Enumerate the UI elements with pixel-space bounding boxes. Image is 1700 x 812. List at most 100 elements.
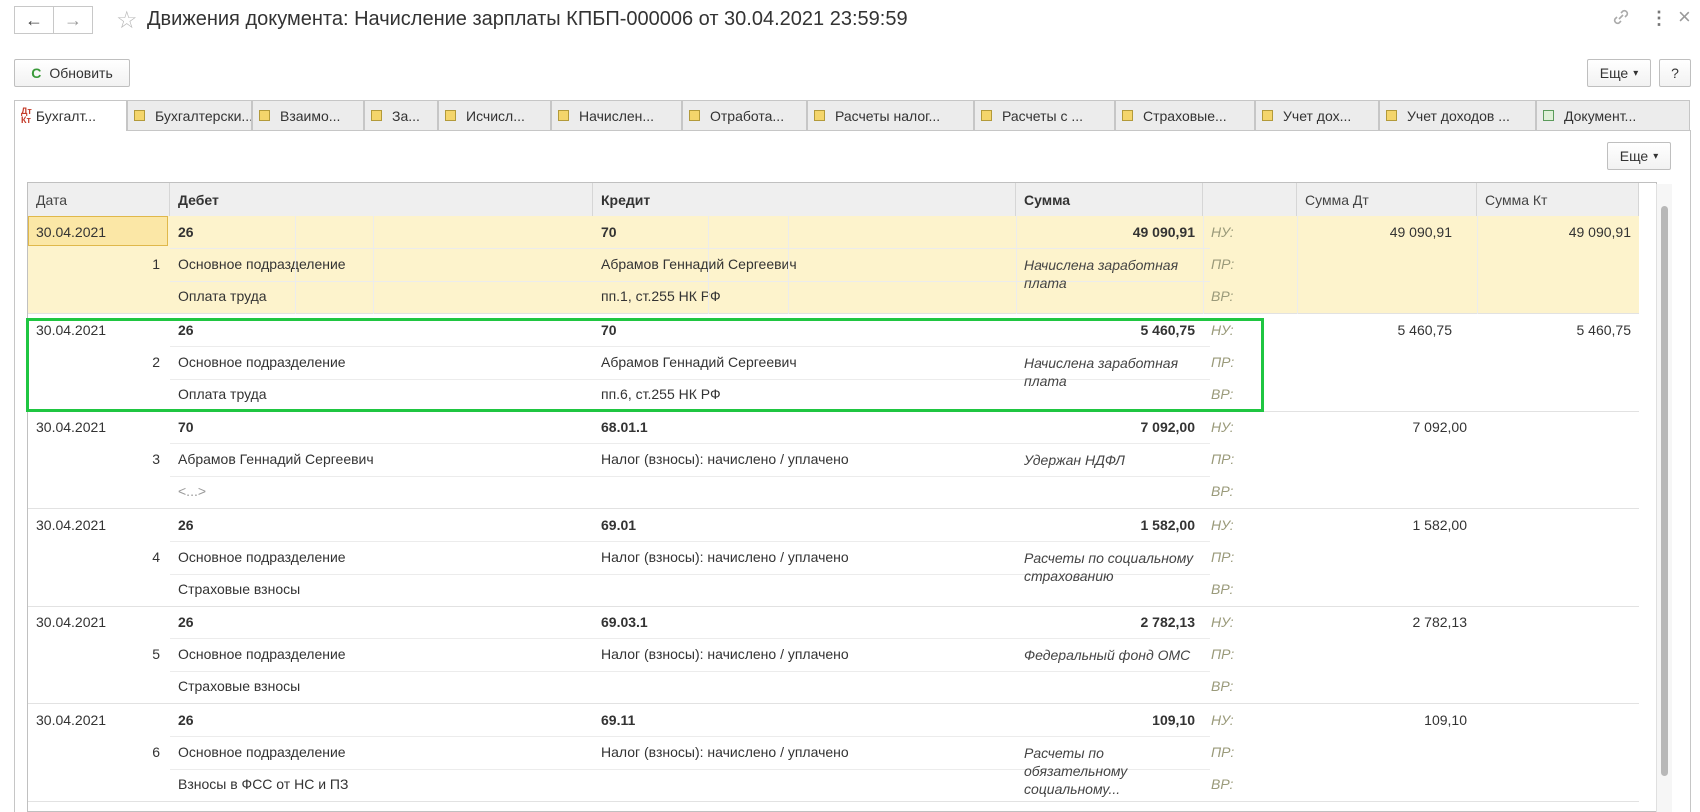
debit-subconto-1: Основное подразделение — [178, 256, 346, 272]
scrollbar-thumb[interactable] — [1661, 206, 1668, 776]
tab-settlements[interactable]: Взаимо... — [252, 100, 364, 130]
row-divider — [170, 443, 1210, 444]
tab-label: Учет доходов ... — [1407, 107, 1510, 124]
credit-account: 69.11 — [601, 711, 636, 728]
label-pr: ПР: — [1211, 548, 1235, 565]
credit-subconto-1: Налог (взносы): начислено / уплачено — [601, 451, 849, 467]
posting-content: Начислена заработная плата — [1024, 354, 1179, 389]
table-row[interactable]: 30.04.2021 4 26 Основное подразделение Страх… — [28, 509, 1639, 607]
column-header-date[interactable]: Дата — [28, 183, 170, 217]
row-divider — [170, 540, 1210, 542]
refresh-button[interactable]: C Обновить — [14, 59, 130, 87]
posting-content: Федеральный фонд ОМС — [1024, 647, 1191, 663]
debit-subconto-2: Оплата труда — [178, 385, 267, 402]
vertical-scrollbar[interactable] — [1656, 184, 1672, 812]
credit-subconto-1: Налог (взносы): начислено / уплачено — [601, 646, 849, 662]
register-icon — [1122, 110, 1133, 121]
sum-dt: 7 092,00 — [1412, 419, 1468, 435]
posting-date: 30.04.2021 — [36, 419, 107, 435]
label-vr: ВР: — [1211, 483, 1234, 499]
sum-dt: 49 090,91 — [1389, 224, 1452, 240]
more-label: Еще — [1619, 148, 1649, 164]
cell-divider — [1477, 216, 1478, 314]
column-header-accounting-type[interactable] — [1203, 183, 1297, 217]
grid-more-button[interactable]: Еще ▾ — [1607, 142, 1671, 170]
table-row[interactable]: 30.04.2021 2 26 Основное подразделение Оплат… — [28, 314, 1639, 412]
posting-sum: 1 582,00 — [1140, 516, 1196, 533]
link-icon[interactable] — [1612, 8, 1630, 31]
posting-sum: 109,10 — [1152, 711, 1195, 728]
credit-subconto-2: пп.6, ст.255 НК РФ — [601, 385, 721, 402]
register-icon — [445, 110, 456, 121]
tab-label: Исчисл... — [466, 107, 525, 124]
arrow-right-icon: → — [64, 9, 82, 30]
favorite-star-icon[interactable]: ☆ — [116, 6, 138, 35]
posting-date: 30.04.2021 — [36, 224, 107, 240]
cell-divider — [1016, 216, 1017, 314]
tab-accruals[interactable]: Начислен... — [551, 100, 682, 130]
table-row[interactable]: 30.04.2021 3 70 Абрамов Геннадий Сергеевич <… — [28, 411, 1639, 509]
refresh-icon: C — [31, 65, 42, 81]
tab-settlements-with[interactable]: Расчеты с ... — [974, 100, 1115, 130]
tab-label: Начислен... — [579, 107, 655, 124]
posting-number: 3 — [152, 451, 160, 467]
tab-calculated[interactable]: Исчисл... — [438, 100, 551, 130]
register-icon — [814, 110, 825, 121]
row-divider — [170, 248, 1210, 249]
register-icon — [558, 110, 569, 121]
tab-documents[interactable]: Документ... — [1536, 100, 1690, 130]
column-header-debit[interactable]: Дебет — [170, 183, 593, 217]
refresh-label: Обновить — [49, 65, 113, 81]
tab-income-accounting-2[interactable]: Учет доходов ... — [1379, 100, 1536, 130]
forward-button[interactable]: → — [53, 6, 93, 34]
posting-number: 5 — [152, 646, 160, 662]
posting-number: 2 — [152, 353, 160, 370]
tab-income-accounting[interactable]: Учет дох... — [1255, 100, 1379, 130]
tab-label: Расчеты с ... — [1002, 107, 1084, 124]
posting-number: 4 — [152, 548, 160, 565]
column-header-sum-dt[interactable]: Сумма Дт — [1297, 183, 1477, 217]
tab-za[interactable]: За... — [364, 100, 438, 130]
more-menu-icon[interactable]: ⋮ — [1650, 8, 1668, 29]
register-icon — [981, 110, 992, 121]
column-header-sum-kt[interactable]: Сумма Кт — [1477, 183, 1639, 217]
row-divider — [170, 476, 1210, 477]
label-pr: ПР: — [1211, 451, 1235, 467]
tab-tax-settlements[interactable]: Расчеты налог... — [807, 100, 974, 130]
sum-kt: 49 090,91 — [1568, 224, 1631, 240]
table-row[interactable]: 30.04.2021 5 26 Основное подразделение Страх… — [28, 606, 1639, 704]
label-vr: ВР: — [1211, 580, 1234, 597]
debit-subconto-2: Оплата труда — [178, 288, 267, 304]
posting-date: 30.04.2021 — [36, 321, 107, 338]
tab-insurance[interactable]: Страховые... — [1115, 100, 1255, 130]
postings-table[interactable]: Дата Дебет Кредит Сумма Сумма Дт Сумма К… — [27, 182, 1657, 812]
posting-sum: 2 782,13 — [1140, 614, 1196, 630]
debit-subconto-2: Взносы в ФСС от НС и ПЗ — [178, 775, 349, 792]
tab-accounting-register[interactable]: Бухгалтерски... — [127, 100, 252, 130]
tab-label: Расчеты налог... — [835, 107, 941, 124]
close-icon[interactable]: × — [1678, 4, 1691, 30]
posting-date: 30.04.2021 — [36, 711, 107, 728]
cell-divider — [788, 216, 789, 314]
column-header-sum[interactable]: Сумма — [1016, 183, 1203, 217]
help-label: ? — [1671, 65, 1679, 81]
column-header-credit[interactable]: Кредит — [593, 183, 1016, 217]
table-row[interactable]: 30.04.2021 6 26 Основное подразделение Взнос… — [28, 704, 1639, 802]
sum-dt: 109,10 — [1424, 711, 1467, 728]
debit-subconto-1: Основное подразделение — [178, 548, 346, 565]
credit-account: 69.03.1 — [601, 614, 648, 630]
table-row[interactable]: 30.04.2021 1 26 Основное подразделение Оплат… — [28, 216, 1639, 314]
sum-dt: 1 582,00 — [1412, 516, 1468, 533]
back-button[interactable]: ← — [14, 6, 54, 34]
credit-subconto-1: Налог (взносы): начислено / уплачено — [601, 743, 849, 760]
tab-bar: Дт Кт Бухгалт... Бухгалтерски... Взаимо..… — [14, 100, 1690, 131]
more-button[interactable]: Еще ▾ — [1587, 59, 1651, 87]
debit-subconto-2: <...> — [178, 483, 207, 499]
label-pr: ПР: — [1211, 646, 1235, 662]
help-button[interactable]: ? — [1659, 59, 1691, 87]
debit-account: 70 — [178, 419, 194, 435]
tab-worked-time[interactable]: Отработа... — [682, 100, 807, 130]
debit-account: 26 — [178, 516, 194, 533]
label-nu: НУ: — [1211, 419, 1234, 435]
tab-accounting-active[interactable]: Дт Кт Бухгалт... — [14, 100, 127, 131]
